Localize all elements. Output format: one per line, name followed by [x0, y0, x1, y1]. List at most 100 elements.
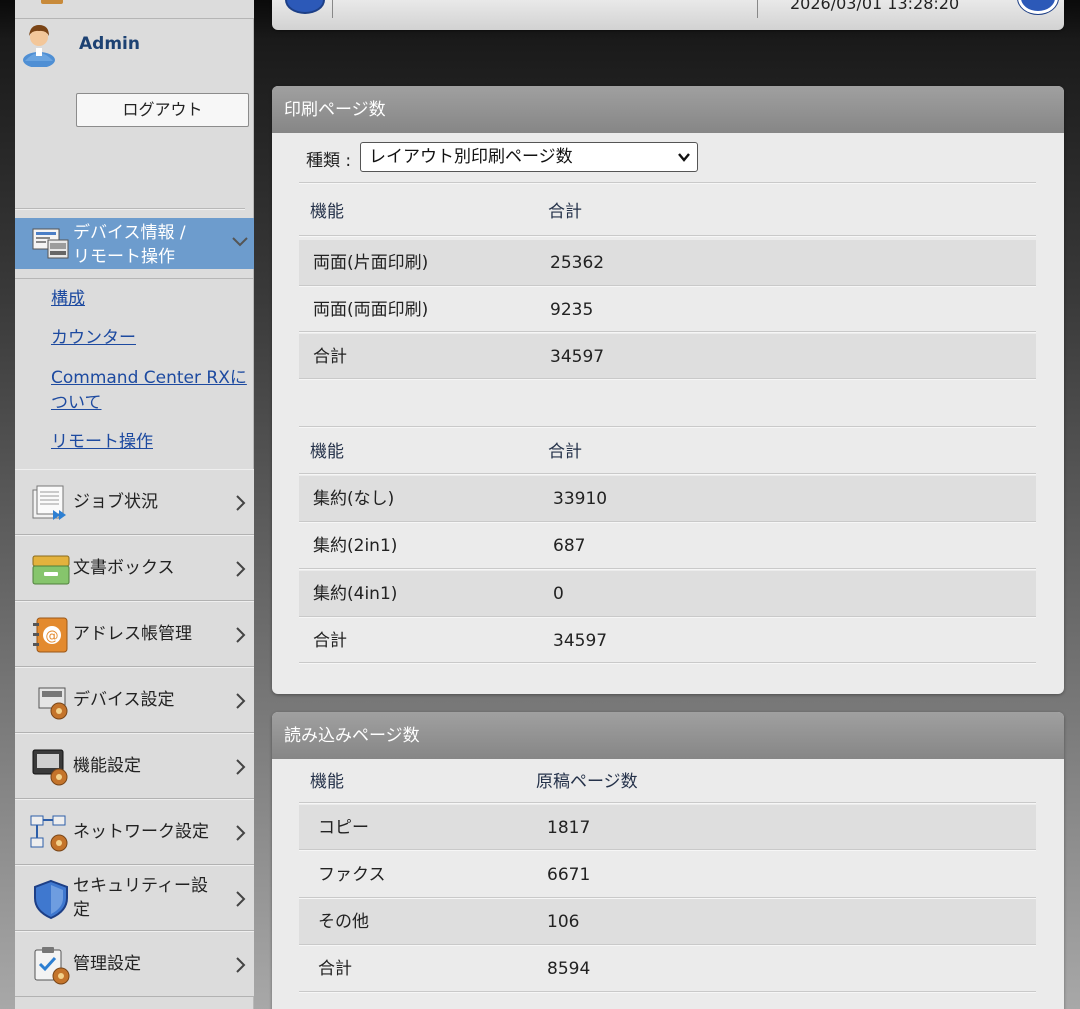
- sidebar: Admin ログアウト デバイス情報 / リモート操作 構成 カウンター Com…: [15, 0, 254, 1009]
- chevron-right-icon: [236, 495, 246, 511]
- sidebar-item-job-status[interactable]: ジョブ状況: [15, 469, 254, 535]
- row-function: 合計: [318, 959, 352, 979]
- table-row: 集約(2in1) 687: [299, 523, 1036, 569]
- chevron-right-icon: [236, 891, 246, 907]
- refresh-icon[interactable]: [1018, 0, 1058, 14]
- sidebar-top-edge: [15, 0, 254, 19]
- sidebar-item-document-box[interactable]: 文書ボックス: [15, 535, 254, 601]
- sidebar-item-label: 文書ボックス: [73, 558, 175, 578]
- table-row: 両面(片面印刷) 25362: [299, 240, 1036, 286]
- header-bar: 2026/03/01 13:28:20: [272, 0, 1064, 30]
- sidebar-item-label: デバイス設定: [73, 690, 175, 710]
- type-dropdown-value: レイアウト別印刷ページ数: [369, 147, 573, 167]
- sublink-counter[interactable]: カウンター: [51, 326, 136, 351]
- device-info-icon: [32, 228, 69, 259]
- sublink-remote-operation[interactable]: リモート操作: [51, 430, 153, 455]
- panel-title: 読み込みページ数: [272, 712, 1064, 759]
- table-row: 合計 34597: [299, 334, 1036, 380]
- sidebar-item-device-settings[interactable]: デバイス設定: [15, 667, 254, 733]
- network-settings-icon: [30, 815, 68, 852]
- back-icon[interactable]: [285, 0, 325, 14]
- column-header: 合計: [548, 442, 582, 462]
- sublink-about-command-center[interactable]: Command Center RXに ついて: [51, 366, 247, 416]
- chevron-right-icon: [236, 957, 246, 973]
- column-header: 機能: [310, 202, 344, 222]
- table-row: 合計 34597: [299, 618, 1036, 664]
- row-page-count: 8594: [547, 959, 591, 979]
- function-settings-icon: [32, 749, 68, 786]
- sidebar-item-label: デバイス情報 / リモート操作: [73, 223, 186, 267]
- user-name: Admin: [79, 34, 140, 54]
- type-dropdown[interactable]: レイアウト別印刷ページ数: [360, 142, 698, 172]
- sidebar-item-management-settings[interactable]: 管理設定: [15, 931, 254, 997]
- print-pages-panel: 印刷ページ数 種類 : レイアウト別印刷ページ数 機能 合計 両面(片面印刷) …: [272, 86, 1064, 694]
- row-function: 集約(なし): [313, 489, 395, 509]
- job-status-icon: [32, 485, 66, 520]
- row-function: 合計: [313, 347, 347, 367]
- row-function: その他: [318, 912, 369, 932]
- chevron-right-icon: [236, 561, 246, 577]
- sublink-configuration[interactable]: 構成: [51, 287, 85, 312]
- chevron-down-icon: [678, 153, 690, 162]
- sidebar-item-label: セキュリティー設 定: [73, 876, 208, 920]
- row-function: 両面(片面印刷): [313, 253, 429, 273]
- chevron-down-icon: [232, 237, 248, 247]
- row-page-count: 106: [547, 912, 580, 932]
- table-row: 両面(両面印刷) 9235: [299, 287, 1036, 333]
- table-row: 集約(なし) 33910: [299, 476, 1036, 522]
- management-settings-icon: [34, 947, 70, 985]
- sidebar-item-label: アドレス帳管理: [73, 624, 192, 644]
- row-page-count: 6671: [547, 865, 591, 885]
- row-total: 9235: [550, 300, 594, 320]
- logout-button[interactable]: ログアウト: [76, 93, 249, 127]
- sidebar-item-label: 管理設定: [73, 954, 141, 974]
- column-header: 機能: [310, 442, 344, 462]
- chevron-right-icon: [236, 825, 246, 841]
- row-total: 0: [553, 584, 564, 604]
- last-updated-datetime: 2026/03/01 13:28:20: [790, 0, 960, 13]
- chevron-right-icon: [236, 759, 246, 775]
- row-function: 両面(両面印刷): [313, 300, 429, 320]
- row-total: 33910: [553, 489, 608, 509]
- sidebar-item-network-settings[interactable]: ネットワーク設定: [15, 799, 254, 865]
- sidebar-item-label: 機能設定: [73, 756, 141, 776]
- table-header-row: 機能 合計: [299, 189, 1036, 235]
- row-page-count: 1817: [547, 818, 591, 838]
- table-row: コピー 1817: [299, 805, 1036, 851]
- home-icon[interactable]: [41, 0, 63, 4]
- row-total: 34597: [553, 631, 608, 651]
- row-total: 25362: [550, 253, 605, 273]
- sidebar-divider: [15, 208, 245, 210]
- user-avatar-icon: [23, 25, 55, 67]
- chevron-right-icon: [236, 627, 246, 643]
- row-function: 合計: [313, 631, 347, 651]
- scan-pages-panel: 読み込みページ数 機能 原稿ページ数 コピー 1817 ファクス 6671 その…: [272, 712, 1064, 1009]
- row-function: 集約(4in1): [313, 584, 398, 604]
- chevron-right-icon: [236, 693, 246, 709]
- table-row: その他 106: [299, 899, 1036, 945]
- column-header: 合計: [548, 202, 582, 222]
- column-header: 機能: [310, 772, 344, 792]
- row-function: ファクス: [318, 865, 386, 885]
- divider: [332, 0, 333, 18]
- panel-title: 印刷ページ数: [272, 86, 1064, 133]
- address-book-icon: @: [33, 617, 68, 653]
- table-header-row: 機能 合計: [299, 429, 1036, 475]
- row-function: コピー: [318, 818, 369, 838]
- document-box-icon: [32, 555, 70, 585]
- table-header-row: 機能 原稿ページ数: [299, 759, 1036, 805]
- sidebar-item-label: ネットワーク設定: [73, 822, 209, 842]
- svg-text:@: @: [46, 629, 59, 644]
- row-function: 集約(2in1): [313, 536, 398, 556]
- row-total: 34597: [550, 347, 605, 367]
- table-row: ファクス 6671: [299, 852, 1036, 898]
- sidebar-item-function-settings[interactable]: 機能設定: [15, 733, 254, 799]
- row-total: 687: [553, 536, 586, 556]
- sidebar-item-security-settings[interactable]: セキュリティー設 定: [15, 865, 254, 931]
- sidebar-item-address-book[interactable]: @ アドレス帳管理: [15, 601, 254, 667]
- table-row: 合計 8594: [299, 946, 1036, 992]
- device-settings-icon: [38, 687, 68, 720]
- divider: [757, 0, 758, 18]
- sidebar-item-device-info[interactable]: デバイス情報 / リモート操作: [15, 218, 254, 269]
- type-label: 種類 :: [306, 151, 352, 171]
